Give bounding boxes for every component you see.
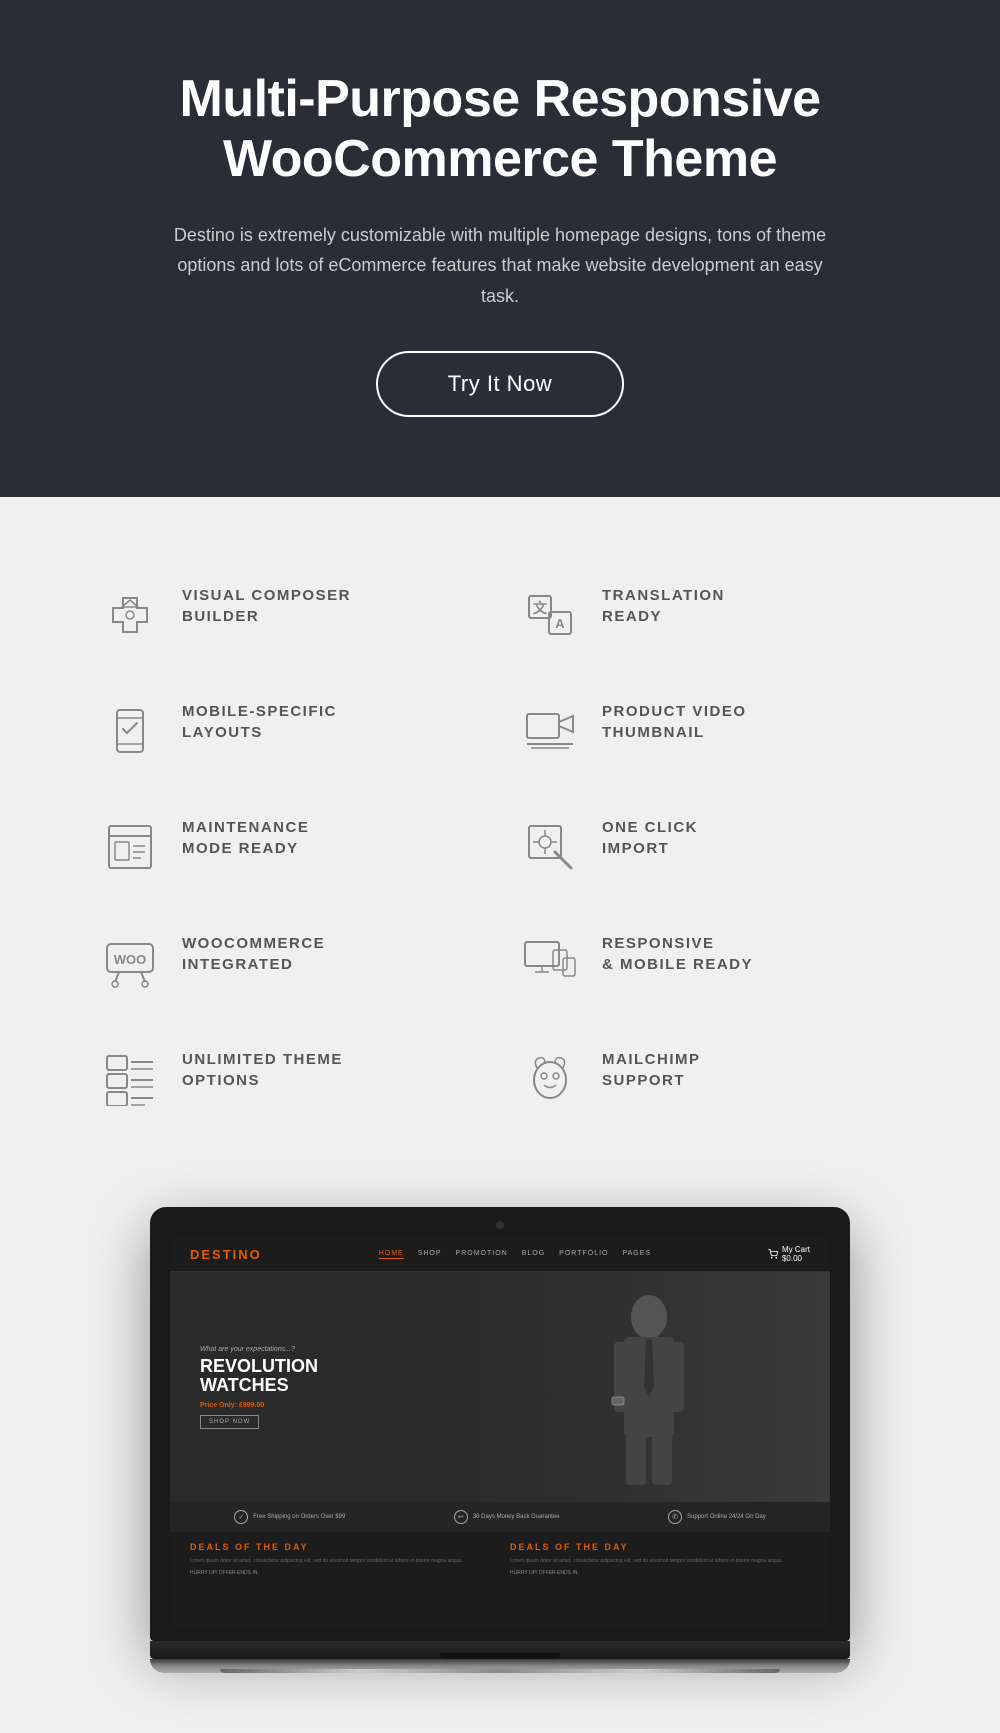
screen-nav-links: HOME SHOP PROMOTION BLOG PORTFOLIO PAGES: [379, 1250, 651, 1259]
feature-woocommerce: WOO WOOCOMMERCEINTEGRATED: [80, 905, 500, 1021]
try-it-now-button[interactable]: Try It Now: [376, 351, 624, 417]
promo-shipping: ✓ Free Shipping on Orders Over $99: [234, 1510, 345, 1524]
deals-text: Lorem ipsum dolor sit amet, consectetur …: [190, 1558, 490, 1566]
svg-text:文: 文: [533, 600, 548, 617]
feature-mailchimp: MAILCHIMPSUPPORT: [500, 1021, 920, 1137]
one-click-icon: [520, 817, 580, 877]
deals-text-right: Lorem ipsum dolor sit amet, consectetur …: [510, 1558, 810, 1566]
feature-woocommerce-text: WOOCOMMERCEINTEGRATED: [182, 933, 325, 975]
deals-title-right: DEALS OF THE DAY: [510, 1542, 810, 1552]
svg-text:A: A: [555, 616, 565, 631]
screen-nav-blog: BLOG: [522, 1250, 545, 1259]
feature-mobile-layouts-text: MOBILE-SPECIFICLAYOUTS: [182, 701, 337, 743]
support-icon: ✆: [668, 1510, 682, 1524]
promo-returns: ↩ 30 Days Money Back Guarantee: [454, 1510, 560, 1524]
feature-visual-composer: VISUAL COMPOSERBUILDER: [80, 557, 500, 673]
shipping-icon: ✓: [234, 1510, 248, 1524]
feature-responsive: RESPONSIVE& MOBILE READY: [500, 905, 920, 1021]
svg-text:WOO: WOO: [114, 952, 147, 967]
feature-product-video-text: PRODUCT VIDEOTHUMBNAIL: [602, 701, 747, 743]
screen-shop-button[interactable]: SHOP NOW: [200, 1415, 259, 1429]
screen-hero: ‹ What are your expectations...? REVOLUT…: [170, 1272, 830, 1502]
deals-hurry-left: HURRY UP! OFFER ENDS IN:: [190, 1570, 490, 1576]
mobile-layouts-icon: [100, 701, 160, 761]
screen-cart: My Cart$0.00: [768, 1245, 810, 1263]
screen-nav-shop: SHOP: [418, 1250, 442, 1259]
feature-maintenance-text: MAINTENANCEMODE READY: [182, 817, 309, 859]
responsive-icon: [520, 933, 580, 993]
hero-section: Multi-Purpose Responsive WooCommerce The…: [0, 0, 1000, 497]
hero-description: Destino is extremely customizable with m…: [160, 220, 840, 312]
woocommerce-icon: WOO: [100, 933, 160, 993]
laptop-stand: [150, 1659, 850, 1673]
feature-unlimited-theme-text: UNLIMITED THEMEOPTIONS: [182, 1049, 343, 1091]
unlimited-theme-icon: [100, 1049, 160, 1109]
feature-one-click: ONE CLICKIMPORT: [500, 789, 920, 905]
screen-nav-pages: PAGES: [622, 1250, 651, 1259]
screen-nav-home: HOME: [379, 1250, 404, 1259]
mailchimp-icon: [520, 1049, 580, 1109]
screen-nav-portfolio: PORTFOLIO: [559, 1250, 608, 1259]
features-section: VISUAL COMPOSERBUILDER 文 A TRANSLATIONRE…: [0, 497, 1000, 1187]
feature-responsive-text: RESPONSIVE& MOBILE READY: [602, 933, 753, 975]
visual-composer-icon: [100, 585, 160, 645]
promo-support-text: Support Online 24/24 On Day: [687, 1514, 766, 1520]
deals-col-right: DEALS OF THE DAY Lorem ipsum dolor sit a…: [510, 1542, 810, 1576]
screen-hero-image: [467, 1272, 830, 1502]
hero-title: Multi-Purpose Responsive WooCommerce The…: [100, 70, 900, 190]
feature-one-click-text: ONE CLICKIMPORT: [602, 817, 698, 859]
screen-promo-bar: ✓ Free Shipping on Orders Over $99 ↩ 30 …: [170, 1502, 830, 1532]
feature-maintenance: MAINTENANCEMODE READY: [80, 789, 500, 905]
product-video-icon: [520, 701, 580, 761]
promo-support: ✆ Support Online 24/24 On Day: [668, 1510, 766, 1524]
laptop-body: DESTINO HOME SHOP PROMOTION BLOG PORTFOL…: [150, 1207, 850, 1641]
deals-hurry-right: HURRY UP! OFFER ENDS IN:: [510, 1570, 810, 1576]
screen-hero-title: REVOLUTION WATCHES: [200, 1357, 318, 1397]
laptop-screen: DESTINO HOME SHOP PROMOTION BLOG PORTFOL…: [170, 1237, 830, 1627]
screen-logo: DESTINO: [190, 1247, 262, 1262]
feature-visual-composer-text: VISUAL COMPOSERBUILDER: [182, 585, 351, 627]
screen-price: Price Only: £999.00: [200, 1402, 318, 1409]
feature-translation-ready: 文 A TRANSLATIONREADY: [500, 557, 920, 673]
promo-returns-text: 30 Days Money Back Guarantee: [473, 1514, 560, 1520]
screen-deals: DEALS OF THE DAY Lorem ipsum dolor sit a…: [170, 1532, 830, 1586]
maintenance-icon: [100, 817, 160, 877]
screen-nav-promotion: PROMOTION: [456, 1250, 508, 1259]
laptop-base: [150, 1641, 850, 1659]
screen-hero-text: What are your expectations...? REVOLUTIO…: [170, 1346, 318, 1430]
laptop-mockup: DESTINO HOME SHOP PROMOTION BLOG PORTFOL…: [150, 1207, 850, 1673]
feature-product-video: PRODUCT VIDEOTHUMBNAIL: [500, 673, 920, 789]
promo-shipping-text: Free Shipping on Orders Over $99: [253, 1514, 345, 1520]
deals-col-left: DEALS OF THE DAY Lorem ipsum dolor sit a…: [190, 1542, 490, 1576]
feature-translation-text: TRANSLATIONREADY: [602, 585, 725, 627]
feature-mobile-layouts: MOBILE-SPECIFICLAYOUTS: [80, 673, 500, 789]
screen-navbar: DESTINO HOME SHOP PROMOTION BLOG PORTFOL…: [170, 1237, 830, 1272]
deals-title: DEALS OF THE DAY: [190, 1542, 490, 1552]
feature-mailchimp-text: MAILCHIMPSUPPORT: [602, 1049, 701, 1091]
laptop-section: DESTINO HOME SHOP PROMOTION BLOG PORTFOL…: [0, 1187, 1000, 1733]
feature-unlimited-theme: UNLIMITED THEMEOPTIONS: [80, 1021, 500, 1137]
translation-ready-icon: 文 A: [520, 585, 580, 645]
features-grid: VISUAL COMPOSERBUILDER 文 A TRANSLATIONRE…: [80, 557, 920, 1137]
laptop-camera: [496, 1221, 504, 1229]
returns-icon: ↩: [454, 1510, 468, 1524]
screen-hero-subtitle: What are your expectations...?: [200, 1346, 318, 1353]
